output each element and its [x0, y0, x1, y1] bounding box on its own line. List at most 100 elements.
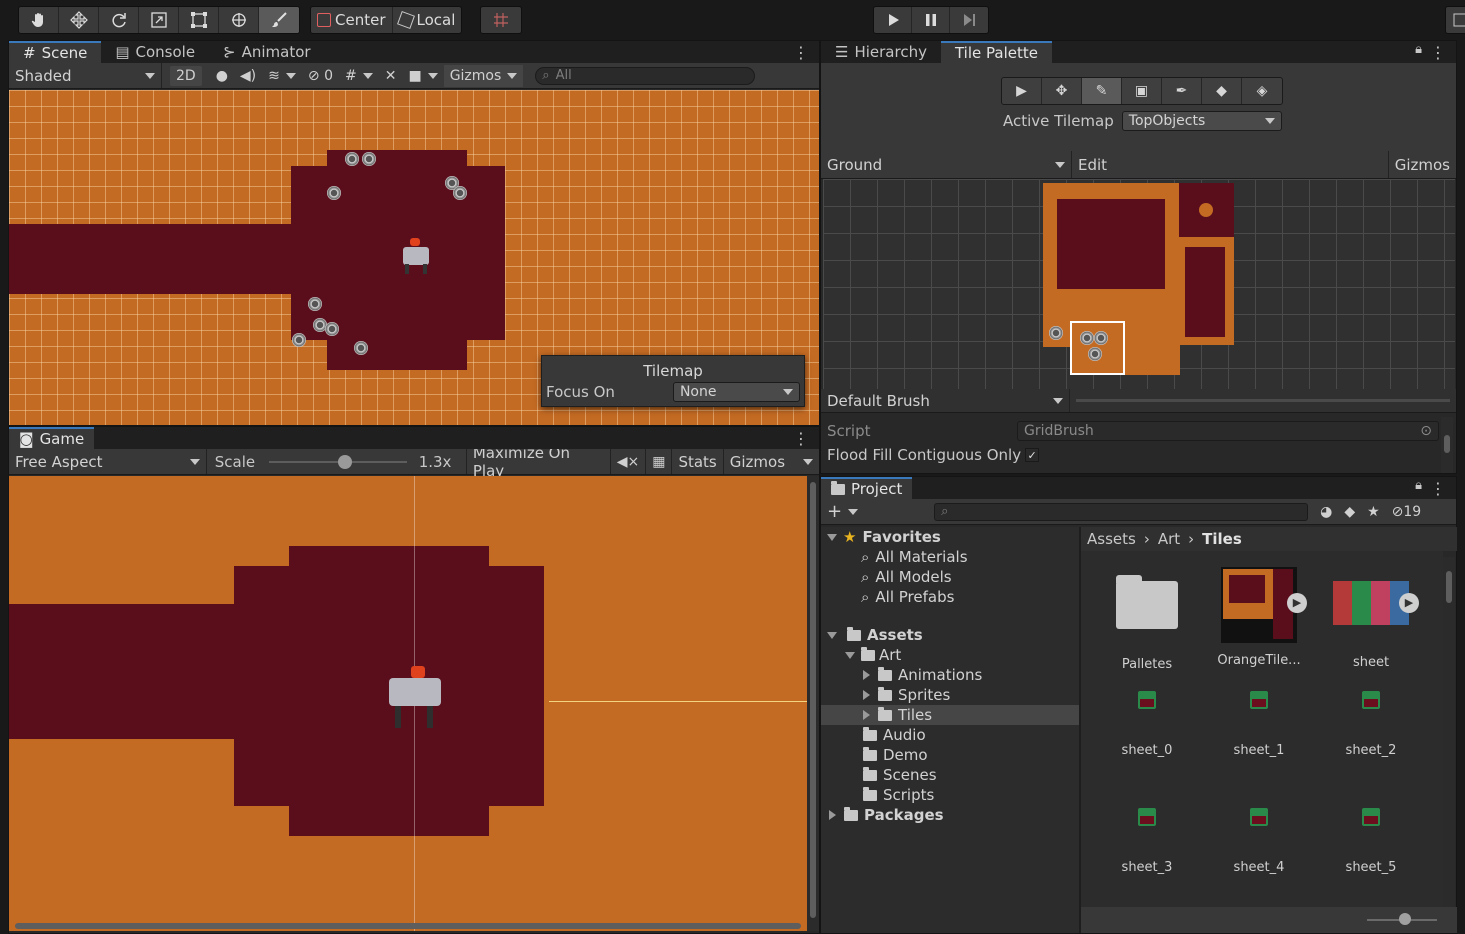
- object-picker-icon[interactable]: ⊙: [1420, 423, 1432, 439]
- game-gizmos-toggle[interactable]: Gizmos: [724, 449, 791, 474]
- palette-menu-icon[interactable]: ⋮: [1430, 43, 1446, 62]
- picker-tool-button[interactable]: ✒: [1162, 78, 1202, 104]
- scene-search-input[interactable]: ⌕ All: [535, 66, 756, 85]
- shading-dropdown[interactable]: Shaded: [9, 63, 161, 88]
- search-by-type-button[interactable]: ◕: [1314, 499, 1338, 524]
- tree-all-materials[interactable]: ⌕ All Materials: [821, 547, 1079, 567]
- game-viewport[interactable]: [9, 476, 807, 931]
- project-menu-icon[interactable]: ⋮: [1430, 479, 1446, 498]
- split-handle[interactable]: [1076, 399, 1450, 402]
- pause-button[interactable]: [912, 7, 950, 33]
- scroll-thumb[interactable]: [1446, 571, 1452, 603]
- transform-tool-button[interactable]: [219, 7, 259, 33]
- tools-toggle[interactable]: ✕: [379, 63, 403, 88]
- eraser-tool-button[interactable]: ◆: [1202, 78, 1242, 104]
- move-tool-button[interactable]: ✥: [1042, 78, 1082, 104]
- game-scrollbar-vertical[interactable]: [807, 476, 819, 931]
- palette-selected-tile[interactable]: [1070, 321, 1125, 375]
- tab-project[interactable]: Project: [821, 477, 913, 499]
- asset-item[interactable]: sheet_2: [1321, 691, 1421, 758]
- search-by-label-button[interactable]: ◆: [1338, 499, 1361, 524]
- game-scrollbar-horizontal[interactable]: [15, 923, 801, 929]
- step-button[interactable]: [950, 7, 988, 33]
- tree-scenes[interactable]: Scenes: [821, 765, 1079, 785]
- palette-grid[interactable]: [823, 179, 1455, 389]
- play-button[interactable]: [874, 7, 912, 33]
- hidden-packages-toggle[interactable]: ⊘ 19: [1386, 499, 1428, 524]
- palette-gizmos-toggle[interactable]: Gizmos: [1389, 151, 1456, 178]
- asset-item[interactable]: ▶ sheet: [1321, 581, 1421, 670]
- layers-button[interactable]: [1446, 7, 1465, 33]
- lock-icon[interactable]: 🔒︎: [1415, 478, 1422, 493]
- asset-item[interactable]: sheet_3: [1097, 808, 1197, 875]
- pivot-center-button[interactable]: Center: [311, 7, 393, 33]
- tree-all-prefabs[interactable]: ⌕ All Prefabs: [821, 587, 1079, 607]
- hand-tool-button[interactable]: [19, 7, 59, 33]
- paint-tool-button[interactable]: ✎: [1082, 78, 1122, 104]
- tab-console[interactable]: ▤ Console: [101, 41, 209, 63]
- game-menu-icon[interactable]: ⋮: [793, 429, 809, 448]
- tab-game[interactable]: ◙ Game: [9, 427, 95, 449]
- tab-animator[interactable]: ⊱ Animator: [209, 41, 325, 63]
- maximize-on-play-toggle[interactable]: Maximize On Play: [467, 444, 610, 480]
- palette-tile[interactable]: [1179, 237, 1234, 345]
- breadcrumb-assets[interactable]: Assets: [1087, 530, 1136, 548]
- effects-dropdown[interactable]: ≋: [262, 63, 302, 88]
- pivot-local-button[interactable]: Local: [393, 7, 462, 33]
- flood-fill-checkbox[interactable]: ✓: [1025, 448, 1040, 462]
- palette-scrollbar[interactable]: [1441, 417, 1453, 473]
- breadcrumb-art[interactable]: Art: [1158, 530, 1180, 548]
- tree-packages[interactable]: Packages: [821, 805, 1079, 825]
- favorite-search-button[interactable]: ★: [1361, 499, 1386, 524]
- script-field[interactable]: GridBrush ⊙: [1017, 421, 1439, 441]
- box-fill-tool-button[interactable]: ▣: [1122, 78, 1162, 104]
- tree-all-models[interactable]: ⌕ All Models: [821, 567, 1079, 587]
- asset-item[interactable]: sheet_1: [1209, 691, 1309, 758]
- play-icon[interactable]: ▶: [1287, 593, 1307, 613]
- palette-dropdown[interactable]: Ground: [821, 151, 1071, 178]
- asset-scrollbar[interactable]: [1443, 557, 1455, 907]
- create-button[interactable]: +: [821, 499, 864, 524]
- icon-size-thumb[interactable]: [1399, 913, 1411, 925]
- palette-tile[interactable]: [1125, 321, 1180, 375]
- shortcuts-toggle[interactable]: ▦: [646, 449, 671, 474]
- audio-toggle[interactable]: ◀): [234, 63, 262, 88]
- gizmos-dropdown[interactable]: Gizmos: [443, 64, 524, 87]
- lock-icon[interactable]: 🔒︎: [1415, 42, 1422, 57]
- aspect-dropdown[interactable]: Free Aspect: [9, 449, 206, 474]
- scale-slider[interactable]: [269, 452, 407, 472]
- tree-favorites[interactable]: ★ Favorites: [821, 527, 1079, 547]
- edit-palette-toggle[interactable]: Edit: [1072, 151, 1113, 178]
- focus-dropdown[interactable]: None: [672, 382, 800, 402]
- tab-scene[interactable]: # Scene: [9, 41, 102, 63]
- tab-tile-palette[interactable]: Tile Palette: [940, 41, 1052, 63]
- move-tool-button[interactable]: [59, 7, 99, 33]
- tree-demo[interactable]: Demo: [821, 745, 1079, 765]
- rotate-tool-button[interactable]: [99, 7, 139, 33]
- mode-2d-toggle[interactable]: 2D: [170, 65, 202, 86]
- palette-ground-tiles[interactable]: [1043, 183, 1179, 333]
- play-icon[interactable]: ▶: [1399, 593, 1419, 613]
- tree-audio[interactable]: Audio: [821, 725, 1079, 745]
- asset-item[interactable]: sheet_5: [1321, 808, 1421, 875]
- scroll-thumb[interactable]: [810, 482, 816, 918]
- camera-dropdown[interactable]: ■: [402, 63, 443, 88]
- hidden-objects-toggle[interactable]: ⊘ 0: [302, 63, 339, 88]
- breadcrumb-tiles[interactable]: Tiles: [1202, 530, 1242, 548]
- tree-assets[interactable]: Assets: [821, 625, 1079, 645]
- palette-tile[interactable]: [1179, 183, 1234, 237]
- asset-item[interactable]: sheet_4: [1209, 808, 1309, 875]
- scale-tool-button[interactable]: [139, 7, 179, 33]
- slider-thumb[interactable]: [338, 454, 353, 469]
- active-tilemap-dropdown[interactable]: TopObjects: [1121, 111, 1282, 131]
- grid-snap-button[interactable]: [481, 7, 521, 33]
- game-gizmos-dropdown[interactable]: [791, 449, 819, 474]
- tree-art[interactable]: Art: [821, 645, 1079, 665]
- tab-hierarchy[interactable]: ☰ Hierarchy: [821, 41, 941, 63]
- brush-dropdown[interactable]: Default Brush: [821, 389, 1069, 412]
- grid-dropdown[interactable]: #: [339, 63, 379, 88]
- rect-tool-button[interactable]: [179, 7, 219, 33]
- scene-menu-icon[interactable]: ⋮: [793, 43, 809, 62]
- asset-item[interactable]: Palletes: [1097, 575, 1197, 672]
- select-tool-button[interactable]: ▶: [1002, 78, 1042, 104]
